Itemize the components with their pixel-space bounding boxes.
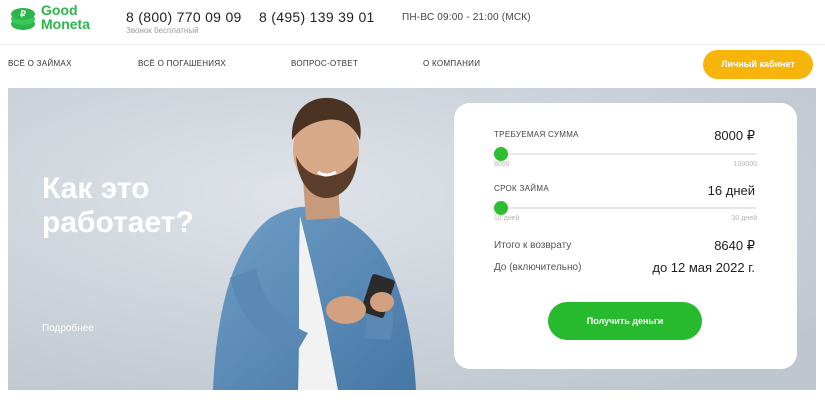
term-slider-track [494, 207, 756, 209]
hero-title-line1: Как это [42, 172, 150, 205]
hero-title-line2: работает? [42, 206, 194, 239]
phone-free-note: Звонок бесплатный [126, 26, 199, 35]
logo[interactable]: ₽ Good Moneta [8, 3, 108, 37]
phone-free[interactable]: 8 (800) 770 09 09 [126, 9, 242, 25]
term-max: 30 дней [731, 215, 757, 222]
get-money-button[interactable]: Получить деньги [548, 302, 702, 340]
amount-slider-track [494, 153, 756, 155]
nav-item-repayments[interactable]: ВСЁ О ПОГАШЕНИЯХ [138, 59, 226, 68]
nav-item-faq[interactable]: ВОПРОС-ОТВЕТ [291, 59, 358, 68]
amount-slider-knob[interactable] [494, 147, 508, 161]
total-label: Итого к возврату [494, 240, 572, 251]
logo-line1: Good [41, 2, 78, 18]
header: ₽ Good Moneta 8 (800) 770 09 09 Звонок б… [0, 0, 825, 44]
term-slider-knob[interactable] [494, 201, 508, 215]
working-hours: ПН-ВС 09:00 - 21:00 (МСК) [402, 12, 531, 23]
nav-item-loans[interactable]: ВСЁ О ЗАЙМАХ [8, 59, 72, 68]
loan-calculator-card: ТРЕБУЕМАЯ СУММА 8000 ₽ 8000 100000 СРОК … [454, 103, 797, 369]
amount-value: 8000 ₽ [714, 128, 755, 143]
coins-logo-icon: ₽ [11, 8, 35, 30]
hero-title: Как это работает? [42, 172, 242, 240]
amount-min: 8000 [494, 161, 510, 168]
term-value: 16 дней [707, 183, 755, 198]
phone-moscow[interactable]: 8 (495) 139 39 01 [259, 9, 375, 25]
personal-account-button[interactable]: Личный кабинет [703, 50, 813, 79]
due-date-value: до 12 мая 2022 г. [652, 260, 755, 275]
term-label: СРОК ЗАЙМА [494, 184, 549, 193]
term-min: 16 дней [494, 215, 520, 222]
logo-text: Good Moneta [41, 3, 90, 31]
more-link[interactable]: Подробнее [42, 323, 94, 334]
nav-item-about[interactable]: О КОМПАНИИ [423, 59, 480, 68]
logo-line2: Moneta [41, 16, 90, 32]
svg-text:₽: ₽ [20, 9, 26, 19]
due-date-label: До (включительно) [494, 262, 582, 273]
total-value: 8640 ₽ [714, 238, 755, 253]
amount-label: ТРЕБУЕМАЯ СУММА [494, 130, 579, 139]
term-slider[interactable] [494, 201, 756, 215]
main-nav: ВСЁ О ЗАЙМАХ ВСЁ О ПОГАШЕНИЯХ ВОПРОС-ОТВ… [0, 44, 825, 86]
amount-slider[interactable] [494, 147, 756, 161]
amount-max: 100000 [733, 161, 757, 168]
